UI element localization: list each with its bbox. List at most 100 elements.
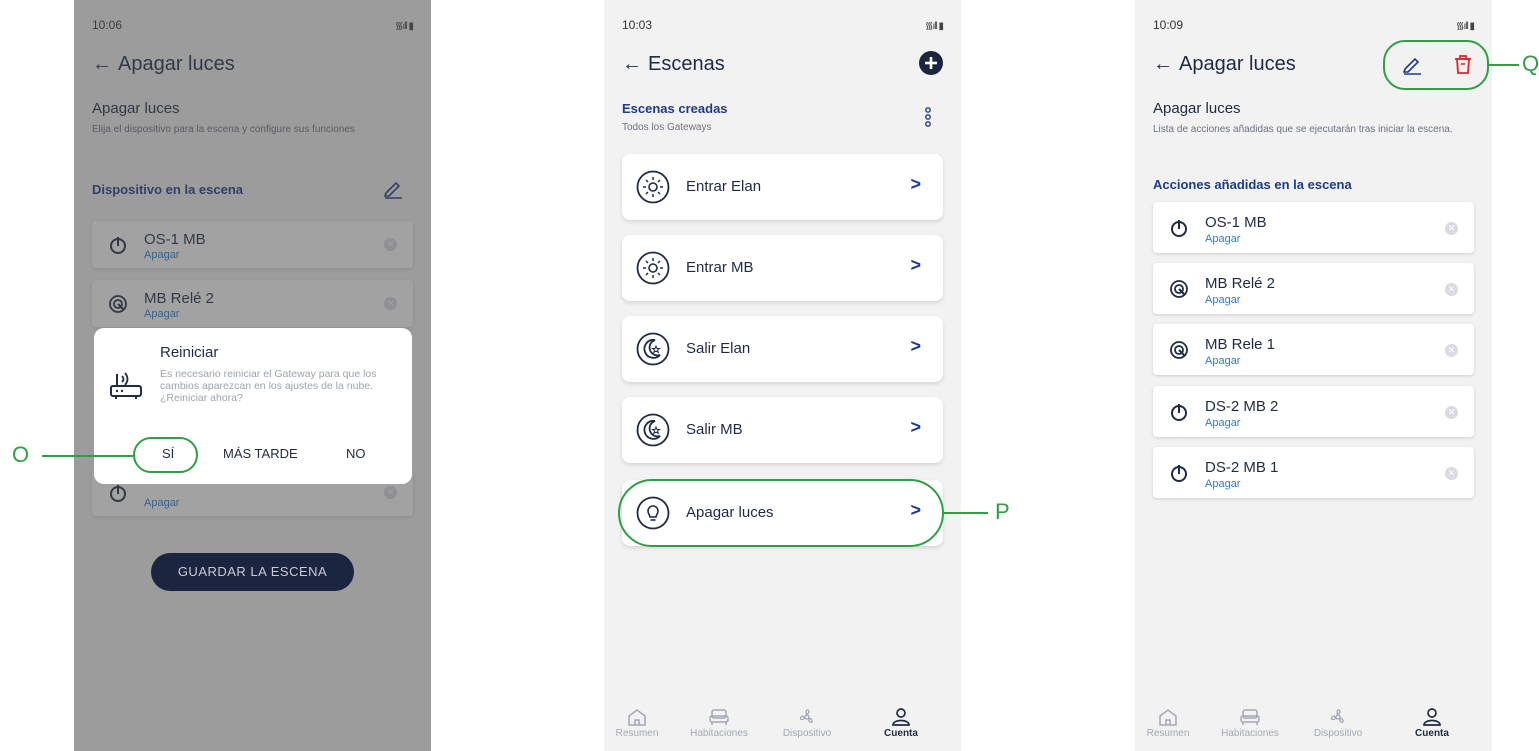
- tab-cuenta[interactable]: Cuenta: [856, 708, 946, 739]
- more-options-icon[interactable]: [925, 106, 931, 128]
- remove-icon[interactable]: ✕: [1445, 222, 1458, 235]
- status-time: 10:09: [1153, 18, 1184, 32]
- scene-card-entrar-mb[interactable]: Entrar MB >: [622, 235, 943, 301]
- tab-label: Resumen: [1146, 728, 1190, 739]
- tab-cuenta[interactable]: Cuenta: [1387, 708, 1477, 739]
- tab-resumen[interactable]: Resumen: [1135, 708, 1213, 739]
- scene-name: Entrar MB: [686, 259, 754, 276]
- tab-habitaciones[interactable]: Habitaciones: [1205, 708, 1295, 739]
- power-icon: [1171, 404, 1187, 421]
- dialog-body-text: Es necesario reiniciar el Gateway para q…: [160, 368, 377, 392]
- sofa-icon: [1240, 709, 1260, 725]
- back-arrow-icon[interactable]: ←: [622, 53, 648, 76]
- action-type: Apagar: [1205, 233, 1241, 245]
- action-card[interactable]: DS-2 MB 2 Apagar ✕: [1153, 386, 1474, 437]
- bottom-tab-bar: Resumen Habitaciones Dispositivo Cuenta: [1135, 708, 1492, 751]
- dialog-body: Es necesario reiniciar el Gateway para q…: [160, 368, 398, 404]
- remove-icon[interactable]: ✕: [1445, 344, 1458, 357]
- status-bar: 10:03 ᯾ıll ▮: [604, 18, 961, 34]
- action-type: Apagar: [1205, 478, 1241, 490]
- tab-label: Habitaciones: [690, 728, 748, 739]
- tab-resumen[interactable]: Resumen: [604, 708, 682, 739]
- scene-name: Salir Elan: [686, 340, 751, 357]
- action-device-name: DS-2 MB 1: [1205, 459, 1279, 476]
- dialog-question: ¿Reiniciar ahora?: [160, 392, 243, 404]
- callout-p-highlight: [618, 479, 944, 547]
- action-device-name: MB Relé 2: [1205, 275, 1276, 292]
- scenes-header: Escenas creadas: [622, 101, 728, 116]
- chevron-right-icon: >: [910, 336, 921, 356]
- scenes-subtitle: Todos los Gateways: [622, 122, 712, 133]
- scene-name: Salir MB: [686, 421, 743, 438]
- scene-card-entrar-elan[interactable]: Entrar Elan >: [622, 154, 943, 220]
- callout-q-highlight: [1383, 40, 1489, 90]
- power-icon: [1171, 465, 1187, 482]
- action-card[interactable]: OS-1 MB Apagar ✕: [1153, 202, 1474, 253]
- bottom-tab-bar: Resumen Habitaciones Dispositivo Cuenta: [604, 708, 961, 751]
- sun-icon: [636, 170, 670, 204]
- action-card[interactable]: MB Rele 1 Apagar ✕: [1153, 324, 1474, 375]
- sofa-icon: [709, 709, 729, 725]
- section-title: Apagar luces: [1153, 100, 1241, 117]
- action-card[interactable]: DS-2 MB 1 Apagar ✕: [1153, 447, 1474, 498]
- home-icon: [628, 709, 646, 726]
- phone-screen-scenes: 10:03 ᯾ıll ▮ ← Escenas Escenas creadas T…: [604, 0, 961, 751]
- phone-screen-scene-detail: 10:09 ᯾ıll ▮ ← Apagar luces Apagar luces…: [1135, 0, 1492, 751]
- scene-card-salir-elan[interactable]: Salir Elan >: [622, 316, 943, 382]
- action-type: Apagar: [1205, 355, 1241, 367]
- scene-name: Entrar Elan: [686, 178, 762, 195]
- tab-habitaciones[interactable]: Habitaciones: [674, 708, 764, 739]
- remove-icon[interactable]: ✕: [1445, 467, 1458, 480]
- action-device-name: MB Rele 1: [1205, 336, 1276, 353]
- user-icon: [1423, 708, 1441, 726]
- user-icon: [892, 708, 910, 726]
- fan-icon: [1330, 709, 1344, 724]
- save-scene-button[interactable]: GUARDAR LA ESCENA: [151, 553, 354, 591]
- fan-icon: [799, 709, 813, 724]
- power-icon: [1171, 220, 1187, 237]
- callout-q-label: Q: [1522, 51, 1539, 76]
- action-card[interactable]: MB Relé 2 Apagar ✕: [1153, 263, 1474, 314]
- tab-label: Cuenta: [1415, 728, 1449, 739]
- later-button[interactable]: MÁS TARDE: [223, 446, 298, 461]
- tab-dispositivo[interactable]: Dispositivo: [1293, 708, 1383, 739]
- status-time: 10:03: [622, 18, 653, 32]
- action-device-name: OS-1 MB: [1205, 214, 1267, 231]
- signal-icon: ᯾ıll ▮: [924, 21, 944, 32]
- tab-label: Dispositivo: [1313, 728, 1363, 739]
- callout-o-label: O: [12, 442, 30, 467]
- app-bar: ← Escenas: [622, 48, 943, 80]
- section-subtitle: Lista de acciones añadidas que se ejecut…: [1153, 124, 1453, 135]
- actions-header: Acciones añadidas en la escena: [1153, 177, 1352, 192]
- phone-screen-dialog: 10:06 ᯾ıll ▮ ← Apagar luces Apagar luces…: [74, 0, 431, 751]
- relay-icon: [1170, 280, 1188, 298]
- home-icon: [1159, 709, 1177, 726]
- chevron-right-icon: >: [910, 174, 921, 194]
- tab-dispositivo[interactable]: Dispositivo: [762, 708, 852, 739]
- tab-label: Habitaciones: [1221, 728, 1279, 739]
- chevron-right-icon: >: [910, 417, 921, 437]
- add-icon[interactable]: [919, 51, 943, 75]
- callout-p-line: [944, 512, 988, 514]
- tab-label: Dispositivo: [782, 728, 832, 739]
- action-device-name: DS-2 MB 2: [1205, 398, 1279, 415]
- action-type: Apagar: [1205, 417, 1241, 429]
- chevron-right-icon: >: [910, 255, 921, 275]
- callout-o-highlight: [133, 437, 198, 473]
- tab-label: Resumen: [615, 728, 659, 739]
- callout-q-line: [1489, 64, 1519, 66]
- page-title: Escenas: [648, 52, 725, 75]
- moon-star-icon: [636, 413, 670, 447]
- moon-star-icon: [636, 332, 670, 366]
- tab-label: Cuenta: [884, 728, 918, 739]
- remove-icon[interactable]: ✕: [1445, 283, 1458, 296]
- remove-icon[interactable]: ✕: [1445, 406, 1458, 419]
- callout-p-label: P: [995, 499, 1010, 524]
- scene-card-salir-mb[interactable]: Salir MB >: [622, 397, 943, 463]
- page-title: Apagar luces: [1179, 52, 1296, 75]
- relay-icon: [1170, 341, 1188, 359]
- router-icon: [110, 372, 142, 399]
- action-type: Apagar: [1205, 294, 1241, 306]
- back-arrow-icon[interactable]: ←: [1153, 53, 1179, 76]
- no-button[interactable]: NO: [346, 446, 366, 461]
